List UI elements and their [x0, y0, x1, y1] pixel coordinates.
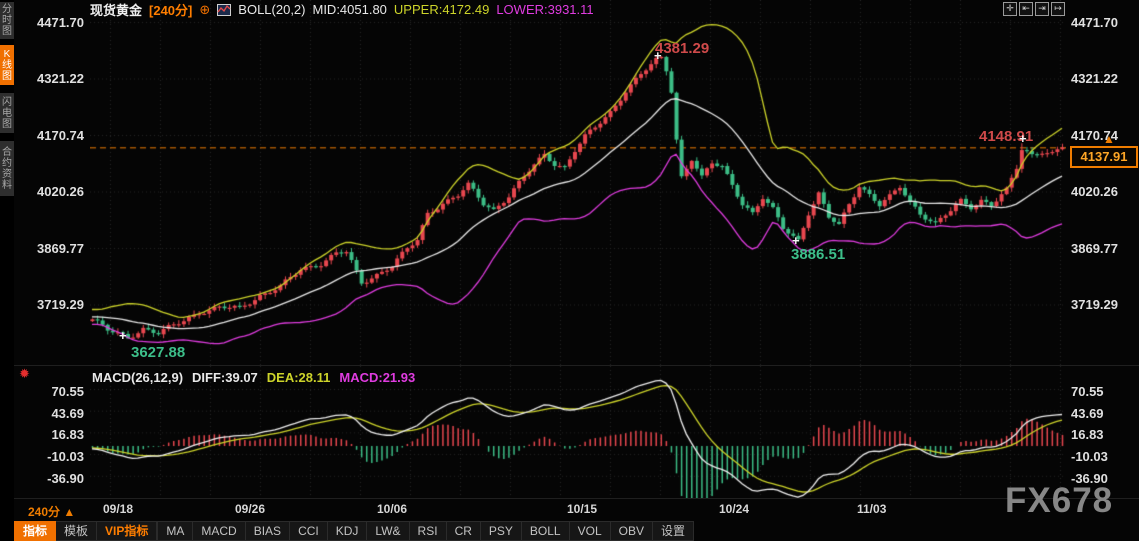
- indicator-item-boll[interactable]: BOLL: [522, 521, 570, 541]
- price-tick-label: 4471.70: [1071, 15, 1118, 30]
- price-tick-label: 3869.77: [1071, 241, 1118, 256]
- macd-diff-value: DIFF:39.07: [192, 370, 258, 385]
- chart-app: 分时图 K线图闪电图合约资料 现货黄金 [240分] ⊕ BOLL(20,2) M…: [0, 0, 1139, 541]
- date-tick-label: 09/18: [103, 502, 133, 516]
- cross-marker: +: [1019, 134, 1027, 144]
- crosshair-toggle-icon[interactable]: ⊕: [199, 2, 210, 18]
- date-tick-label: 09/26: [235, 502, 265, 516]
- pan-right-icon[interactable]: ↦: [1051, 2, 1065, 16]
- sidebar-tab[interactable]: 分时图: [0, 2, 14, 39]
- indicator-button[interactable]: 指标: [14, 521, 56, 541]
- cross-marker: +: [792, 236, 800, 246]
- panel-divider: [14, 365, 1139, 366]
- axis-divider: [14, 498, 1139, 499]
- date-tick-label: 11/03: [857, 502, 886, 516]
- cross-marker: +: [119, 331, 127, 341]
- boll-lower-value: LOWER:3931.11: [496, 2, 593, 17]
- expand-horizontal-icon[interactable]: ⇥: [1035, 2, 1049, 16]
- indicator-item-psy[interactable]: PSY: [481, 521, 522, 541]
- indicator-item-ma[interactable]: MA: [157, 521, 193, 541]
- macd-header: MACD(26,12,9) DIFF:39.07 DEA:28.11 MACD:…: [92, 370, 415, 385]
- cross-marker: +: [654, 51, 662, 61]
- indicator-marker-icon[interactable]: ✹: [19, 366, 30, 382]
- template-button[interactable]: 模板: [56, 521, 97, 541]
- chart-header: 现货黄金 [240分] ⊕ BOLL(20,2) MID:4051.80 UPP…: [90, 2, 594, 17]
- indicator-item-lw[interactable]: LW&: [367, 521, 409, 541]
- sidebar-tab[interactable]: 闪电图: [0, 93, 14, 133]
- date-tick-label: 10/06: [377, 502, 407, 516]
- indicator-item-bias[interactable]: BIAS: [246, 521, 290, 541]
- macd-tick-label: 70.55: [1071, 384, 1104, 399]
- crosshair-icon[interactable]: ✛: [1003, 2, 1017, 16]
- indicator-item-vol[interactable]: VOL: [570, 521, 611, 541]
- compress-horizontal-icon[interactable]: ⇤: [1019, 2, 1033, 16]
- macd-tick-label: 16.83: [1071, 427, 1104, 442]
- macd-params-label: MACD(26,12,9): [92, 370, 183, 385]
- indicator-item-macd[interactable]: MACD: [193, 521, 245, 541]
- left-sidebar: 分时图 K线图闪电图合约资料: [0, 0, 14, 541]
- macd-dea-value: DEA:28.11: [267, 370, 331, 385]
- indicator-item-kdj[interactable]: KDJ: [328, 521, 368, 541]
- boll-upper-value: UPPER:4172.49: [394, 2, 489, 17]
- chart-tool-buttons: ✛⇤⇥↦: [1003, 2, 1065, 16]
- main-candlestick-chart[interactable]: [90, 0, 1066, 366]
- macd-macd-value: MACD:21.93: [339, 370, 415, 385]
- swing-low-annotation: 3886.51: [791, 246, 845, 263]
- current-price-box: 4137.91: [1070, 146, 1138, 168]
- indicator-item-cci[interactable]: CCI: [290, 521, 328, 541]
- indicator-item-rsi[interactable]: RSI: [410, 521, 447, 541]
- period-label[interactable]: [240分]: [149, 0, 192, 19]
- price-tick-label: 4321.22: [1071, 71, 1118, 86]
- price-tick-label: 3719.29: [1071, 297, 1118, 312]
- settings-button[interactable]: 设置: [653, 521, 694, 541]
- chart-type-icon[interactable]: [217, 4, 231, 16]
- boll-mid-value: MID:4051.80: [312, 2, 386, 17]
- period-selector-button[interactable]: 240分 ▲: [28, 503, 75, 520]
- boll-params-label: BOLL(20,2): [238, 2, 305, 17]
- symbol-name: 现货黄金: [90, 0, 142, 19]
- high-price-annotation: 4381.29: [655, 40, 709, 57]
- date-axis: 09/18 09/26 10/06 10/15 10/24 11/03: [0, 500, 1139, 520]
- date-tick-label: 10/24: [719, 502, 749, 516]
- indicator-toolbar: 指标 模板 VIP指标 MAMACDBIASCCIKDJLW&RSICRPSYB…: [14, 521, 694, 541]
- vip-indicator-button[interactable]: VIP指标: [97, 521, 157, 541]
- macd-indicator-chart[interactable]: [90, 366, 1066, 498]
- macd-tick-label: -10.03: [1071, 449, 1108, 464]
- date-tick-label: 10/15: [567, 502, 597, 516]
- low-price-annotation: 3627.88: [131, 344, 185, 361]
- macd-tick-label: 43.69: [1071, 406, 1104, 421]
- indicator-item-obv[interactable]: OBV: [611, 521, 653, 541]
- indicator-item-cr[interactable]: CR: [447, 521, 481, 541]
- price-tick-label: 4020.26: [1071, 184, 1118, 199]
- sidebar-tab[interactable]: 合约资料: [0, 141, 14, 196]
- sidebar-tab[interactable]: K线图: [0, 45, 14, 85]
- price-up-arrow-icon: ▲: [1103, 133, 1115, 145]
